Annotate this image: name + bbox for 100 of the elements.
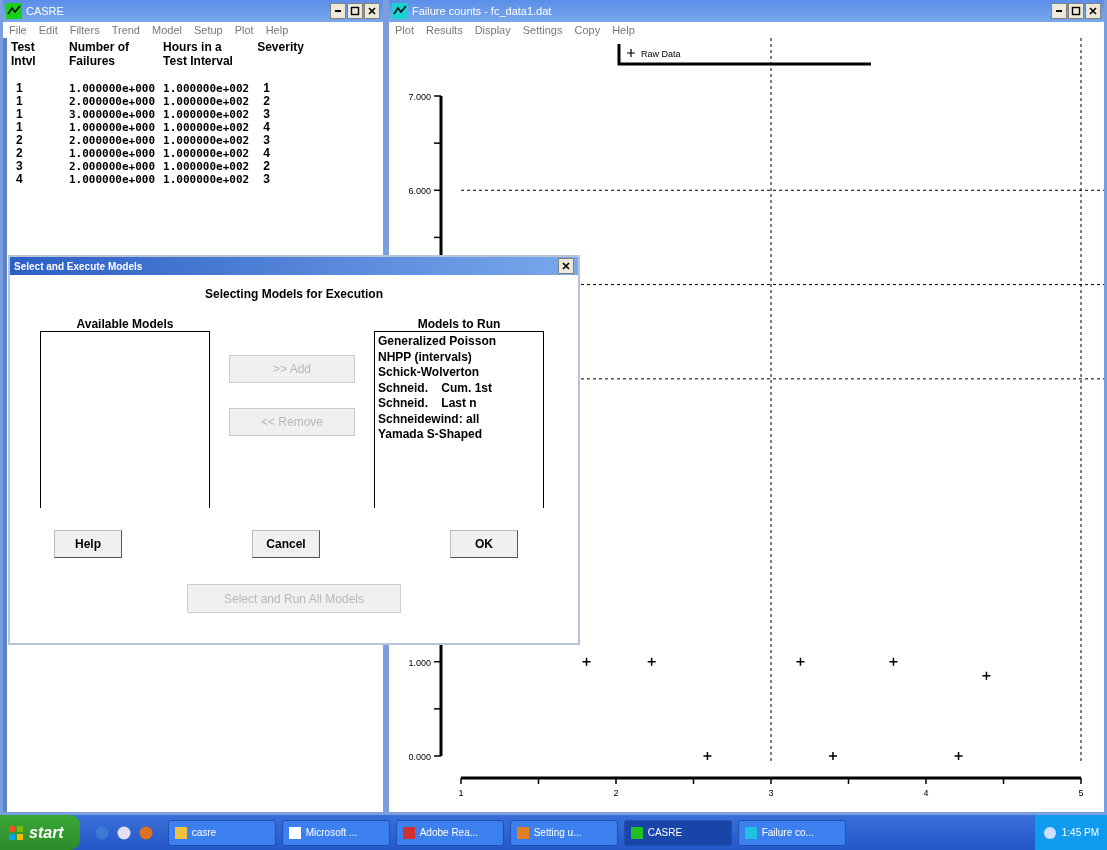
table-cell-text: 1.000000e+002 [163, 147, 251, 160]
menu-item[interactable]: Setup [193, 24, 223, 36]
table-cell-text: 2.000000e+000 [69, 134, 157, 147]
table-cell: 1 [11, 108, 69, 121]
close-icon [1088, 6, 1098, 16]
column-header: Number of [69, 40, 164, 54]
list-item[interactable]: Schneid. Cum. 1st [378, 380, 540, 396]
dialog-button[interactable]: Cancel [252, 530, 320, 558]
tick-label: 6.000 [408, 186, 431, 197]
legend: Raw Data [617, 44, 871, 66]
table-cell-text: 3 [262, 108, 271, 121]
app-icon [629, 825, 644, 840]
app-icon [6, 3, 22, 19]
taskbar-button[interactable]: Adobe Rea... [395, 819, 504, 846]
start-button[interactable]: start [0, 815, 80, 850]
table-cell: 3 [11, 160, 69, 173]
menu-item[interactable]: Results [425, 24, 463, 36]
column-header: Intvl [11, 54, 69, 82]
taskbar-button[interactable]: casre [167, 819, 276, 846]
table-cell-text: 1.000000e+000 [69, 173, 157, 186]
menu-item[interactable]: Display [474, 24, 511, 36]
table-cell-text: 1.000000e+000 [69, 121, 157, 134]
column-header: Failures [69, 54, 164, 82]
table-cell-text: 1.000000e+002 [163, 95, 251, 108]
table-cell-text: 2 [15, 147, 24, 160]
column-header: Test [11, 40, 69, 54]
list-item[interactable]: NHPP (intervals) [378, 349, 540, 365]
dialog-heading: Selecting Models for Execution [204, 287, 384, 301]
taskbar-button[interactable]: Failure co... [737, 819, 846, 846]
close-button[interactable] [1085, 3, 1101, 19]
restore-button[interactable] [347, 3, 363, 19]
minimize-button[interactable] [1051, 3, 1067, 19]
minimize-button[interactable] [330, 3, 346, 19]
list-item[interactable]: Generalized Poisson [378, 334, 540, 350]
list-box[interactable]: Generalized Poisson NHPP (intervals) Schick-Wolverton Schneid. Cum. 1st Schneid. Last n Schneidewind: all Yamada S-Shaped [374, 331, 544, 508]
table-cell-text: 1.000000e+002 [163, 121, 251, 134]
tick-label: 4 [923, 788, 929, 798]
table-cell-text: 1 [262, 82, 271, 95]
tick-label: 7.000 [408, 92, 431, 102]
plus-marker [646, 656, 657, 667]
minimize-icon [335, 10, 341, 12]
table-cell-text: 2.000000e+000 [69, 95, 157, 108]
list-label: Models to Run [416, 317, 502, 331]
table-cell: 1 [11, 95, 69, 108]
list-item[interactable]: Yamada S-Shaped [378, 427, 540, 443]
taskbar-button[interactable]: Setting u... [509, 819, 618, 846]
menu-item[interactable]: Edit [38, 24, 58, 36]
menu-item[interactable]: Trend [111, 24, 140, 36]
maximize-button[interactable] [1068, 3, 1084, 19]
table-cell-text: 3.000000e+000 [69, 108, 157, 121]
table-cell-text: 1.000000e+002 [163, 173, 251, 186]
menu-item[interactable]: Help [265, 24, 289, 36]
table-cell: 2 [11, 134, 69, 147]
list-item[interactable]: Schneid. Last n [378, 396, 540, 412]
menu-item[interactable]: Plot [234, 24, 254, 36]
tick-label: 5 [1078, 788, 1084, 798]
app-icon [401, 825, 416, 840]
close-icon [367, 6, 377, 16]
table-cell-text: 1.000000e+000 [69, 82, 157, 95]
menu-item[interactable]: Plot [395, 24, 414, 36]
app-icon [743, 825, 758, 840]
menu-item[interactable]: Help [612, 24, 635, 36]
list-label: Available Models [75, 317, 175, 331]
table-cell-text: 1.000000e+000 [69, 147, 157, 160]
close-icon [561, 261, 571, 271]
plus-marker [888, 656, 899, 667]
table-cell-text: 2.000000e+000 [69, 160, 157, 173]
plus-marker [581, 656, 592, 667]
table-cell-text: 1.000000e+002 [163, 134, 251, 147]
taskbar-button[interactable]: CASRE [623, 819, 732, 846]
dialog-title: Select and Execute Models [14, 260, 143, 272]
dialog-button[interactable]: OK [450, 530, 518, 558]
close-button[interactable] [558, 258, 574, 274]
list-item[interactable]: Schick-Wolverton [378, 365, 540, 381]
table-cell-text: 1.000000e+002 [163, 82, 251, 95]
menu-item[interactable]: Copy [574, 24, 601, 36]
menu-item[interactable]: Model [152, 24, 182, 36]
menu-item[interactable]: Filters [69, 24, 100, 36]
table-cell-text: 1 [15, 82, 24, 95]
app-icon [392, 3, 408, 19]
plus-marker [981, 671, 992, 681]
table-cell-text: 1.000000e+002 [163, 160, 251, 173]
column-header: Test Interval [163, 54, 234, 70]
tick-label: 0.000 [408, 752, 431, 762]
windows-flag-icon [8, 824, 24, 841]
plus-marker [828, 751, 838, 761]
maximize-icon [1071, 6, 1081, 16]
clock: 1:45 PM [1061, 827, 1099, 838]
minimize-icon [1056, 10, 1062, 12]
taskbar-button[interactable]: Microsoft ... [281, 819, 390, 846]
menu-item[interactable]: File [9, 24, 27, 36]
list-item[interactable]: Schneidewind: all [378, 411, 540, 427]
menu-item[interactable]: Settings [522, 24, 563, 36]
table-cell-text: 1 [15, 121, 24, 134]
table-cell-text: 4 [262, 121, 271, 134]
plus-marker [702, 751, 713, 761]
close-button[interactable] [364, 3, 380, 19]
dialog-button[interactable]: Help [54, 530, 122, 558]
table-cell-text: 1.000000e+002 [163, 108, 251, 121]
tick-label: 1.000 [408, 657, 431, 668]
